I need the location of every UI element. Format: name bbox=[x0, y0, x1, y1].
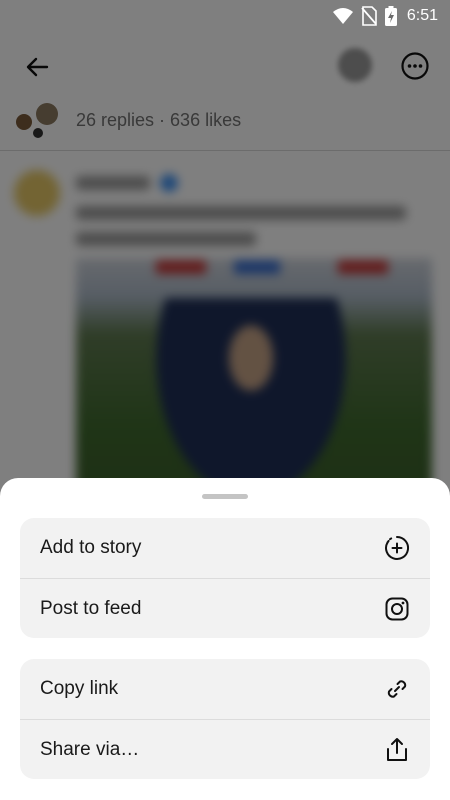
share-via-label: Share via… bbox=[40, 738, 140, 760]
share-options-group: Add to story Post to feed bbox=[20, 518, 430, 638]
clock: 6:51 bbox=[406, 7, 438, 24]
share-via-button[interactable]: Share via… bbox=[20, 719, 430, 779]
link-icon bbox=[384, 676, 410, 702]
share-bottom-sheet: Add to story Post to feed Copy link Shar… bbox=[0, 478, 450, 800]
add-to-story-label: Add to story bbox=[40, 537, 142, 558]
share-icon bbox=[384, 737, 410, 763]
link-options-group: Copy link Share via… bbox=[20, 659, 430, 779]
instagram-icon bbox=[384, 596, 410, 622]
add-circle-dashed-icon bbox=[384, 535, 410, 561]
drag-handle[interactable] bbox=[202, 494, 248, 499]
battery-charging-icon bbox=[384, 6, 397, 26]
post-to-feed-button[interactable]: Post to feed bbox=[20, 578, 430, 638]
post-to-feed-label: Post to feed bbox=[40, 597, 142, 619]
wifi-icon bbox=[332, 7, 353, 25]
status-bar: 6:51 bbox=[0, 0, 450, 32]
copy-link-button[interactable]: Copy link bbox=[20, 659, 430, 719]
copy-link-label: Copy link bbox=[40, 678, 119, 699]
add-to-story-button[interactable]: Add to story bbox=[20, 518, 430, 578]
no-sim-icon bbox=[361, 6, 377, 26]
